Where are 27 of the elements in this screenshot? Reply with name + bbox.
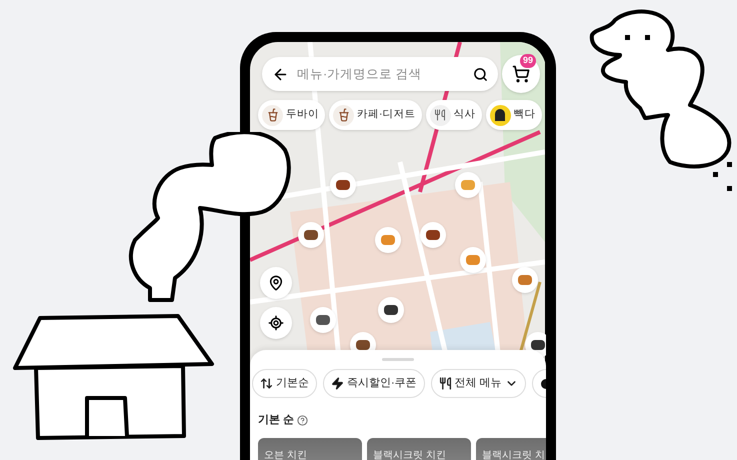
store-name: 블랙시크릿 치 <box>482 450 545 460</box>
store-name: 오븐 치킨 <box>264 450 307 460</box>
store-card[interactable]: 블랙시크릿 치킨 <box>367 438 471 460</box>
filter-chip[interactable]: 기본순 <box>252 369 317 398</box>
location-pin-icon <box>268 275 284 291</box>
filter-chip[interactable]: 전체 메뉴 <box>430 369 526 398</box>
iced-drink-icon <box>333 104 354 126</box>
cart-icon <box>512 65 530 83</box>
search-placeholder: 메뉴·가게명으로 검색 <box>297 66 423 83</box>
iced-drink-icon <box>262 104 283 126</box>
store-name: 블랙시크릿 치킨 <box>373 450 446 460</box>
cutlery-icon <box>438 377 452 390</box>
crosshair-icon <box>268 315 284 331</box>
search-field[interactable]: 메뉴·가게명으로 검색 <box>262 57 498 91</box>
store-card[interactable]: 오븐 치킨 <box>258 438 362 460</box>
lightning-icon <box>331 377 344 390</box>
sort-label: 기본 순 <box>258 413 294 428</box>
category-chip[interactable]: 두바이 <box>258 100 325 130</box>
brand-logo-icon <box>490 104 510 126</box>
filter-chip[interactable]: 즉시할인·쿠폰 <box>323 369 425 398</box>
sort-icon <box>260 377 273 390</box>
help-icon[interactable] <box>297 414 308 426</box>
store-card[interactable]: 블랙시크릿 치 <box>476 438 546 460</box>
search-icon[interactable] <box>473 66 488 82</box>
cutlery-icon <box>430 104 450 126</box>
sheet-handle[interactable] <box>382 358 414 361</box>
category-chip[interactable]: 카페·디저트 <box>329 100 422 130</box>
